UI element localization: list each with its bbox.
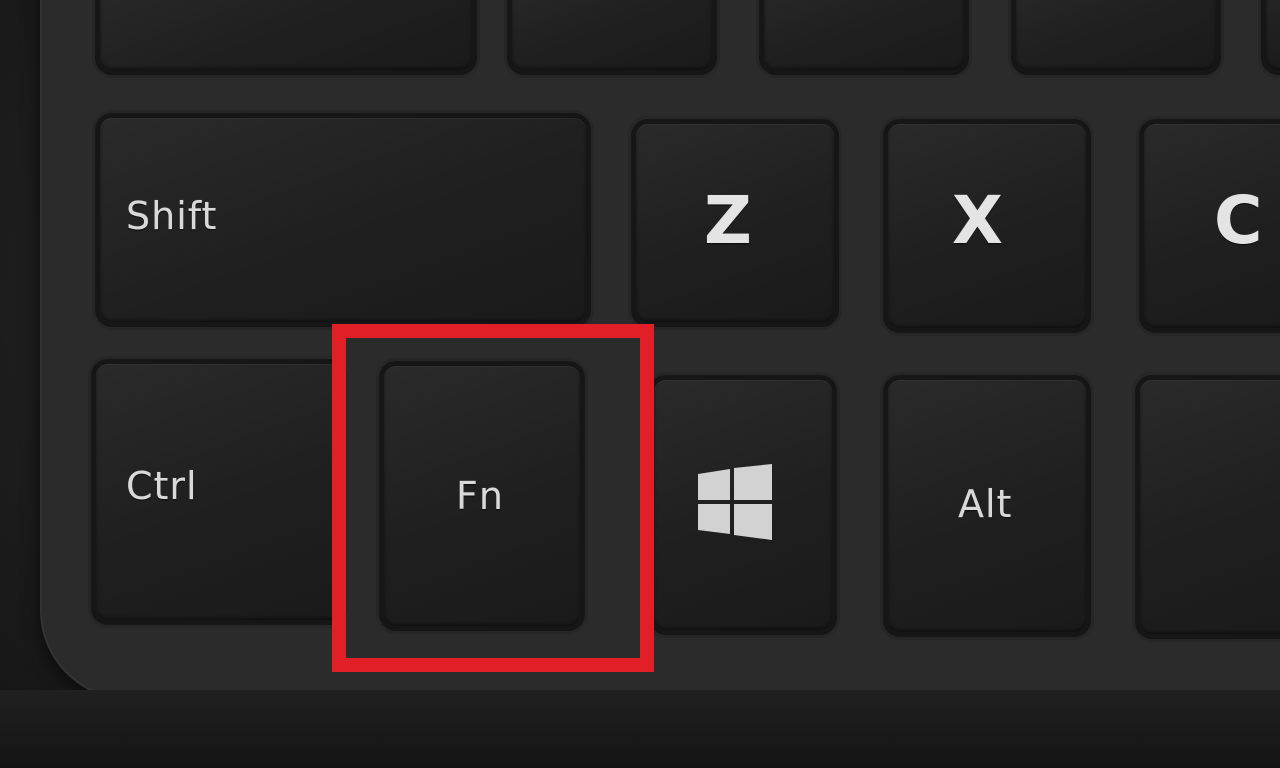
key-windows [654,380,832,630]
key-z: Z [636,124,834,322]
key-top-row-5 [1266,0,1280,70]
key-ctrl-label: Ctrl [126,464,198,508]
key-c: C [1144,124,1280,328]
key-top-row-3 [764,0,964,70]
keyboard-photo: Shift Z X C Ctrl Fn Alt [0,0,1280,768]
key-top-row-1 [100,0,472,70]
fn-key-highlight [332,324,654,672]
key-top-row-4 [1016,0,1216,70]
key-x: X [888,124,1086,328]
key-ctrl: Ctrl [96,364,340,620]
laptop-bottom-edge [0,690,1280,768]
key-shift: Shift [100,118,586,322]
windows-logo-icon [698,464,772,540]
key-top-row-2 [512,0,712,70]
key-x-label: X [952,182,1003,259]
key-right-partial [1140,380,1280,634]
key-c-label: C [1214,182,1263,259]
key-shift-label: Shift [126,194,218,238]
key-z-label: Z [704,182,752,259]
key-alt: Alt [888,380,1086,632]
key-alt-label: Alt [958,482,1013,526]
